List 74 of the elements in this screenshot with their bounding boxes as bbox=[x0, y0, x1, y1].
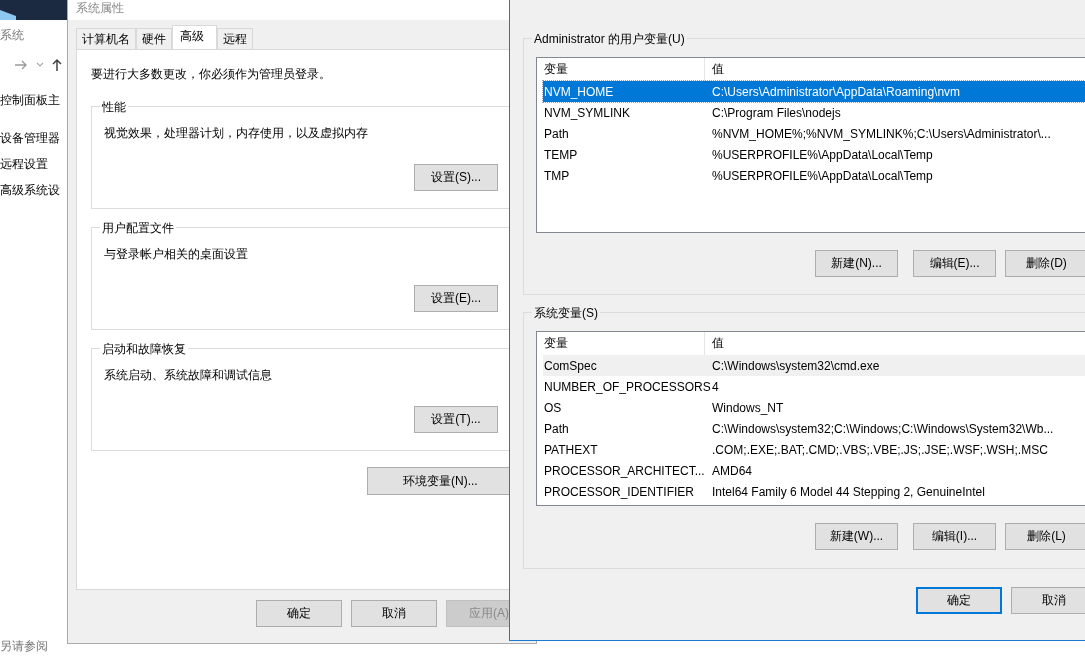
list-row[interactable]: NUMBER_OF_PROCESSORS4 bbox=[543, 376, 1085, 397]
sidebar-link[interactable]: 高级系统设 bbox=[0, 182, 67, 199]
variable-name: TMP bbox=[543, 168, 571, 183]
variable-name: PATHEXT bbox=[543, 442, 599, 457]
variable-value: %NVM_HOME%;%NVM_SYMLINK%;C:\Users\Administrator\... bbox=[711, 126, 1051, 141]
dialog-button[interactable]: 确定 bbox=[916, 587, 1002, 614]
list-row[interactable]: Path C:\Windows\system32;C:\Windows;C:\Windows\System32\Wb... bbox=[543, 418, 1085, 439]
variable-name: NUMBER_OF_PROCESSORS bbox=[543, 379, 711, 394]
dialog-button[interactable]: 确定 bbox=[256, 600, 342, 627]
window-icon bbox=[0, 8, 16, 20]
group-description: 系统启动、系统故障和调试信息 bbox=[104, 367, 273, 384]
settings-button[interactable]: 设置(S)... bbox=[414, 164, 498, 191]
list-action-button[interactable]: 编辑(I)... bbox=[913, 523, 996, 550]
settings-button[interactable]: 设置(T)... bbox=[414, 406, 498, 433]
variable-name: OS bbox=[543, 400, 563, 415]
list-action-button[interactable]: 删除(L) bbox=[1005, 523, 1085, 550]
column-header[interactable]: 值 bbox=[705, 332, 724, 355]
list-row[interactable]: PROCESSOR_ARCHITECT... AMD64 bbox=[543, 460, 1085, 481]
list-row[interactable]: PATHEXT .COM;.EXE;.BAT;.CMD;.VBS;.VBE;.JS;.JSE;.WSF;.WSH;.MSC bbox=[543, 439, 1085, 460]
sidebar-link[interactable]: 远程设置 bbox=[0, 156, 67, 173]
variable-name: PROCESSOR_ARCHITECT... bbox=[543, 463, 706, 478]
variable-value: C:\Windows\system32;C:\Windows;C:\Windows\System32\Wb... bbox=[711, 421, 1054, 436]
list-action-button[interactable]: 新建(N)... bbox=[815, 250, 898, 277]
forward-arrow-icon[interactable] bbox=[14, 59, 28, 71]
variable-value: C:\Program Files\nodejs bbox=[711, 105, 841, 120]
list-row[interactable]: PROCESSOR_IDENTIFIER Intel64 Family 6 Model 44 Stepping 2, GenuineIntel bbox=[543, 481, 1085, 502]
group-title: 系统变量(S) bbox=[532, 305, 600, 322]
list-row[interactable]: NVM_SYMLINK C:\Program Files\nodejs bbox=[543, 102, 1085, 123]
list-row[interactable]: Path %NVM_HOME%;%NVM_SYMLINK%;C:\Users\Administrator\... bbox=[543, 123, 1085, 144]
variable-name: Path bbox=[543, 126, 570, 141]
sidebar-link[interactable]: 控制面板主 bbox=[0, 92, 67, 109]
group-description: 视觉效果，处理器计划，内存使用，以及虚拟内存 bbox=[104, 125, 369, 142]
variable-name: NVM_HOME bbox=[543, 84, 615, 99]
list-row[interactable]: TMP %USERPROFILE%\AppData\Local\Temp bbox=[543, 165, 1085, 186]
list-row[interactable]: NVM_HOME C:\Users\Administrator\AppData\Roaming\nvm bbox=[543, 81, 1085, 102]
tab[interactable]: 高级 bbox=[172, 25, 217, 49]
tab[interactable]: 计算机名 bbox=[76, 28, 136, 49]
dialog-button[interactable]: 取消 bbox=[351, 600, 437, 627]
up-arrow-icon[interactable] bbox=[52, 58, 62, 72]
notice-text: 要进行大多数更改，你必须作为管理员登录。 bbox=[91, 66, 332, 83]
variable-value: %USERPROFILE%\AppData\Local\Temp bbox=[711, 168, 933, 183]
list-row[interactable]: TEMP %USERPROFILE%\AppData\Local\Temp bbox=[543, 144, 1085, 165]
list-row[interactable]: ComSpec C:\Windows\system32\cmd.exe bbox=[543, 355, 1085, 376]
tab[interactable]: 远程 bbox=[217, 28, 253, 49]
settings-button[interactable]: 设置(E)... bbox=[414, 285, 498, 312]
variable-value: %USERPROFILE%\AppData\Local\Temp bbox=[711, 147, 933, 162]
group-title: 启动和故障恢复 bbox=[100, 341, 188, 358]
column-header[interactable]: 值 bbox=[705, 58, 724, 81]
group-description: 与登录帐户相关的桌面设置 bbox=[104, 246, 249, 263]
variable-value: C:\Users\Administrator\AppData\Roaming\nvm bbox=[711, 84, 961, 99]
variable-value: Windows_NT bbox=[711, 400, 784, 415]
variable-name: PROCESSOR_IDENTIFIER bbox=[543, 484, 696, 499]
variable-name: Path bbox=[543, 421, 570, 436]
sidebar-link[interactable]: 设备管理器 bbox=[0, 130, 67, 147]
group-title: 性能 bbox=[100, 99, 128, 116]
variable-name: NVM_SYMLINK bbox=[543, 105, 632, 120]
group-title: Administrator 的用户变量(U) bbox=[532, 31, 687, 48]
list-row[interactable]: OS Windows_NT bbox=[543, 397, 1085, 418]
list-action-button[interactable]: 删除(D) bbox=[1005, 250, 1085, 277]
variable-name: TEMP bbox=[543, 147, 579, 162]
variable-name: ComSpec bbox=[543, 358, 598, 373]
section-heading: 另请参阅 bbox=[0, 638, 48, 655]
tab[interactable]: 硬件 bbox=[136, 28, 172, 49]
variable-value: AMD64 bbox=[711, 463, 752, 478]
dialog-button[interactable]: 取消 bbox=[1011, 587, 1085, 614]
variable-value: Intel64 Family 6 Model 44 Stepping 2, GenuineIntel bbox=[711, 484, 985, 499]
variable-value: C:\Windows\system32\cmd.exe bbox=[711, 358, 880, 373]
dropdown-caret-icon[interactable] bbox=[36, 62, 44, 68]
variable-value: 4 bbox=[711, 379, 719, 394]
group-title: 用户配置文件 bbox=[100, 220, 176, 237]
list-action-button[interactable]: 编辑(E)... bbox=[913, 250, 996, 277]
window-title: 系统 bbox=[0, 27, 25, 44]
variable-value: .COM;.EXE;.BAT;.CMD;.VBS;.VBE;.JS;.JSE;.WSF;.WSH;.MSC bbox=[711, 442, 1048, 457]
list-action-button[interactable]: 新建(W)... bbox=[815, 523, 898, 550]
